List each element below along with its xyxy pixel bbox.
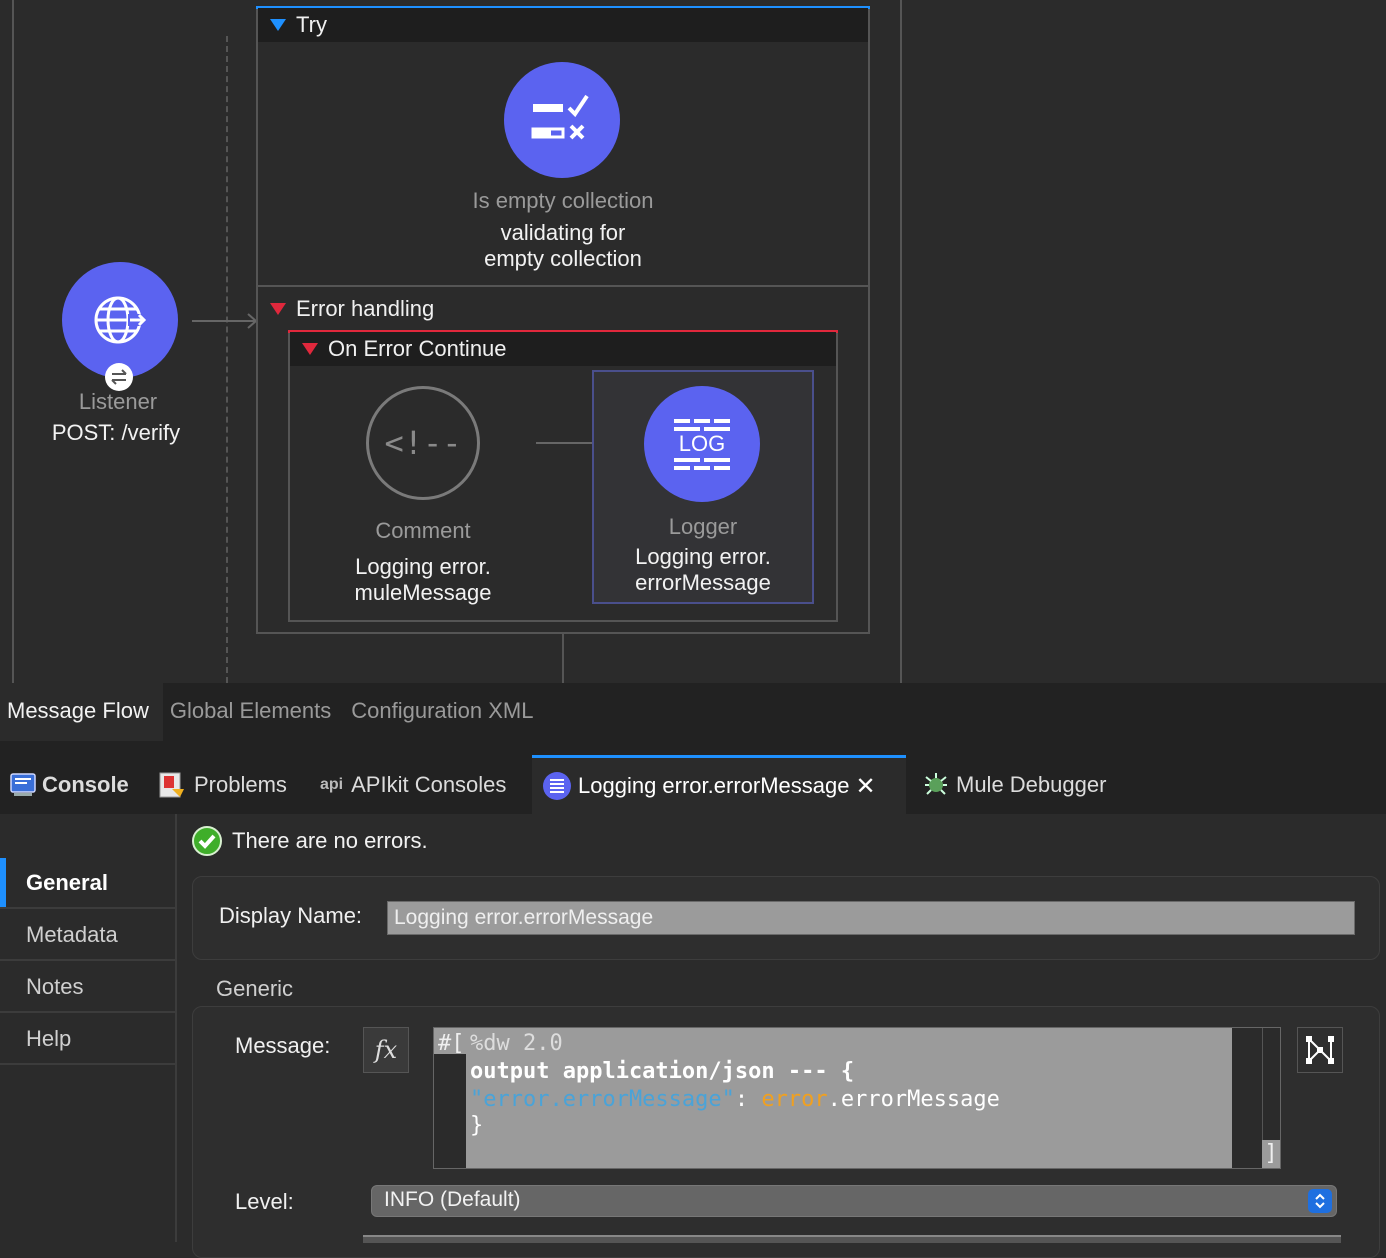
dataweave-mapping-button[interactable] <box>1297 1027 1343 1073</box>
try-title: Try <box>296 12 327 37</box>
collapse-triangle-icon[interactable] <box>302 343 318 355</box>
tab-logger-properties[interactable]: Logging error.errorMessage ✕ <box>532 755 906 814</box>
console-icon <box>10 772 36 796</box>
level-select-value: INFO (Default) <box>384 1188 521 1211</box>
sidebar-item-help[interactable]: Help <box>0 1014 175 1065</box>
display-name-group: Display Name: Logging error.errorMessage <box>192 876 1380 960</box>
editor-tab-bar: Message Flow Global Elements Configurati… <box>0 683 1386 742</box>
problems-icon <box>159 772 184 797</box>
message-expression-editor[interactable]: #[ %dw 2.0 output application/json --- {… <box>433 1027 1281 1169</box>
error-handling-title: Error handling <box>296 296 435 321</box>
success-check-icon <box>192 826 222 856</box>
bug-icon <box>925 772 947 795</box>
validator-node[interactable] <box>504 62 620 178</box>
flow-arrow <box>192 313 258 329</box>
validator-type: Is empty collection <box>472 188 654 213</box>
generic-group: Message: fx #[ %dw 2.0 output applicatio… <box>192 1006 1380 1258</box>
listener-node[interactable] <box>62 262 178 378</box>
validator-name-line1: validating for <box>500 220 626 245</box>
view-tab-bar: Console Problems api APIkit Consoles Log… <box>0 741 1386 814</box>
logger-selection-box[interactable]: LOG Logger Logging error. errorMessage <box>592 370 814 604</box>
flow-dashed-line <box>226 36 228 683</box>
tab-apikit-consoles[interactable]: api APIkit Consoles <box>320 755 506 814</box>
on-error-header[interactable]: On Error Continue <box>290 332 836 366</box>
flow-connector <box>562 634 564 683</box>
fx-button[interactable]: fx <box>363 1027 409 1073</box>
code-gutter <box>434 1054 466 1168</box>
on-error-continue-scope[interactable]: On Error Continue <!-- Comment Logging e… <box>288 330 838 622</box>
collapse-triangle-icon[interactable] <box>270 303 286 315</box>
try-header[interactable]: Try <box>258 8 868 42</box>
tab-debugger-label: Mule Debugger <box>956 771 1107 797</box>
tab-message-flow[interactable]: Message Flow <box>0 683 163 741</box>
exchange-arrows-icon <box>105 363 133 391</box>
message-label: Message: <box>235 1033 331 1058</box>
code-var: error <box>761 1087 828 1112</box>
chevron-updown-icon[interactable] <box>1308 1189 1332 1213</box>
flow-border-right <box>900 0 902 683</box>
tab-problems-label: Problems <box>194 771 287 797</box>
validator-name-line2: empty collection <box>484 246 642 271</box>
flow-border-left <box>12 0 14 683</box>
tab-console-label: Console <box>42 771 129 797</box>
validation-check-cross-icon <box>531 94 589 140</box>
properties-sidebar: General Metadata Notes Help <box>0 814 177 1242</box>
on-error-title: On Error Continue <box>328 336 507 361</box>
status-row: There are no errors. <box>192 826 428 856</box>
comment-name-line2: muleMessage <box>354 580 492 605</box>
display-name-input[interactable]: Logging error.errorMessage <box>387 901 1355 935</box>
status-message: There are no errors. <box>232 828 428 853</box>
code-suffix: ] <box>1262 1140 1280 1168</box>
collapse-triangle-icon[interactable] <box>270 19 286 31</box>
tab-apikit-label: APIkit Consoles <box>351 771 507 797</box>
try-scope[interactable]: Try Is empty collection validating for e… <box>256 6 870 634</box>
divider <box>258 285 868 287</box>
log-icon: LOG <box>672 415 732 473</box>
sidebar-item-general[interactable]: General <box>0 858 175 909</box>
tab-mule-debugger[interactable]: Mule Debugger <box>922 755 1106 814</box>
generic-section-label: Generic <box>216 976 294 1001</box>
code-line-4: } <box>470 1113 484 1138</box>
logger-name-line2: errorMessage <box>635 570 771 595</box>
code-line-1: %dw 2.0 <box>470 1031 563 1056</box>
comment-node[interactable]: <!-- <box>366 386 480 500</box>
code-prefix: #[ <box>438 1031 465 1056</box>
listener-name: POST: /verify <box>51 420 181 445</box>
tab-console[interactable]: Console <box>10 755 129 814</box>
sidebar-item-metadata[interactable]: Metadata <box>0 910 175 961</box>
sidebar-item-notes[interactable]: Notes <box>0 962 175 1013</box>
comment-icon: <!-- <box>384 424 462 462</box>
logger-tab-icon <box>543 772 571 800</box>
comment-name-line1: Logging error. <box>355 554 491 579</box>
logger-name-line1: Logging error. <box>635 544 771 569</box>
tab-global-elements[interactable]: Global Elements <box>163 683 341 741</box>
tab-problems[interactable]: Problems <box>158 755 287 814</box>
api-icon: api <box>320 775 344 793</box>
globe-arrow-icon <box>94 296 147 344</box>
display-name-label: Display Name: <box>219 903 363 928</box>
code-line-3: "error.errorMessage": error.errorMessage <box>470 1086 1000 1114</box>
tab-logger-label: Logging error.errorMessage <box>578 773 850 798</box>
logger-type: Logger <box>668 514 738 539</box>
close-icon[interactable]: ✕ <box>855 772 875 801</box>
code-key: "error.errorMessage" <box>470 1087 735 1112</box>
logger-node[interactable]: LOG <box>644 386 760 502</box>
flow-canvas[interactable]: Listener POST: /verify Try Is empty coll… <box>0 0 1386 683</box>
listener-type: Listener <box>78 389 158 414</box>
level-label: Level: <box>235 1189 294 1214</box>
level-select[interactable]: INFO (Default) <box>371 1185 1337 1217</box>
comment-type: Comment <box>375 518 471 543</box>
mapping-graph-icon <box>1306 1036 1334 1064</box>
error-handling-header[interactable]: Error handling <box>258 294 434 324</box>
code-line-2: output application/json --- { <box>470 1059 855 1084</box>
code-colon: : <box>734 1087 762 1112</box>
code-rest: .errorMessage <box>827 1087 1000 1112</box>
tab-configuration-xml[interactable]: Configuration XML <box>341 683 543 741</box>
